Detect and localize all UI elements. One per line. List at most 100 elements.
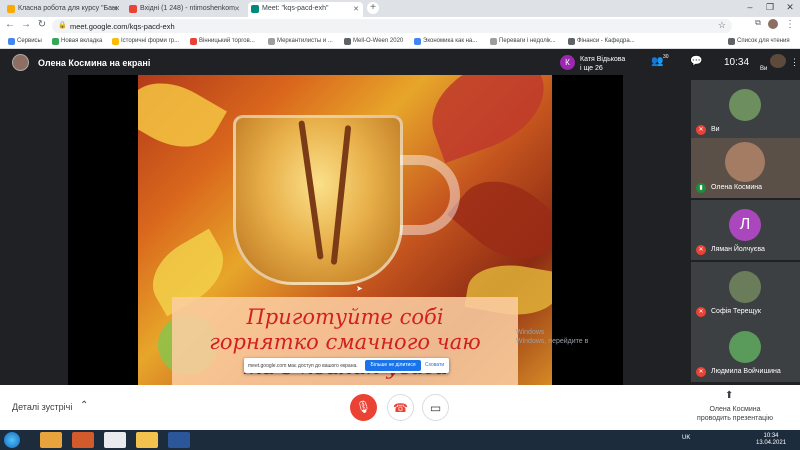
- start-button[interactable]: [4, 432, 20, 448]
- bookmark-item[interactable]: Новая вкладка: [52, 38, 102, 45]
- ie-icon[interactable]: [40, 432, 62, 448]
- avatar: [729, 89, 761, 121]
- participant-tile[interactable]: ▮ Олена Космина: [691, 138, 800, 198]
- watermark-line: Windows: [516, 329, 545, 336]
- back-button[interactable]: ←: [4, 19, 16, 30]
- camera-toggle-button[interactable]: ▭: [422, 394, 449, 421]
- meet-header: Олена Космина на екрані К Катя Відькова …: [0, 49, 800, 75]
- word-icon[interactable]: [168, 432, 190, 448]
- stop-sharing-button[interactable]: Більше не ділитися: [365, 360, 421, 371]
- close-icon[interactable]: ✕: [353, 5, 359, 13]
- close-icon[interactable]: ✕: [112, 5, 118, 13]
- chat-icon[interactable]: 💬: [690, 56, 702, 67]
- address-bar[interactable]: 🔒 meet.google.com/kqs-pacd-exh ☆: [52, 19, 732, 33]
- hang-up-icon: ☎: [393, 401, 408, 415]
- tab-strip: Класна робота для курсу "Банк ✕ Вхідні (…: [0, 0, 800, 17]
- bookmarks-bar: Сервисы Новая вкладка Історичні форми гр…: [0, 35, 800, 49]
- tab-classroom[interactable]: Класна робота для курсу "Банк ✕: [4, 2, 122, 17]
- bookmark-star-icon[interactable]: ☆: [718, 20, 726, 31]
- tea-glass-handle: [400, 155, 460, 235]
- leaf-decoration: [417, 75, 552, 164]
- mic-off-icon: 🎙: [355, 400, 372, 414]
- presentation-icon[interactable]: ⬆: [725, 390, 733, 401]
- new-tab-button[interactable]: +: [367, 2, 379, 14]
- reload-button[interactable]: ↻: [36, 19, 48, 30]
- tray-date: 13.04.2021: [756, 440, 787, 446]
- profile-avatar[interactable]: [768, 19, 778, 29]
- self-label: Ви: [760, 66, 768, 72]
- windows-taskbar: UK 10:34 13.04.2021: [0, 430, 800, 450]
- mic-off-icon: ✕: [696, 125, 706, 135]
- system-clock[interactable]: 10:34 13.04.2021: [756, 433, 786, 447]
- tab-title: Класна робота для курсу "Банк: [18, 5, 119, 12]
- participant-name: Олена Космина: [711, 184, 762, 191]
- chrome-icon[interactable]: [104, 432, 126, 448]
- leaf-decoration: [138, 75, 227, 164]
- avatar: [725, 142, 765, 182]
- presenting-status: Олена Космина проводить презентацію: [690, 405, 780, 423]
- extensions-icon[interactable]: ⧉: [752, 18, 764, 28]
- forward-button[interactable]: →: [20, 19, 32, 30]
- maximize-button[interactable]: ❐: [762, 2, 778, 13]
- people-count-badge: 30: [663, 54, 669, 60]
- bookmark-item[interactable]: Історичні форми гр...: [112, 38, 179, 45]
- language-indicator[interactable]: UK: [682, 435, 690, 441]
- windows-activation-watermark: Windows Windows, перейдите в: [516, 328, 588, 346]
- participant-name: Ляман Йолчуєва: [711, 246, 765, 253]
- mic-off-icon: ✕: [696, 307, 706, 317]
- participant-name: Софія Терещук: [711, 308, 761, 315]
- avatar: Л: [729, 209, 761, 241]
- participant-tile[interactable]: ✕ Софія Терещук: [691, 262, 800, 322]
- hide-banner-button[interactable]: Сховати: [425, 362, 444, 368]
- bookmark-item[interactable]: Экономика как на...: [414, 38, 477, 45]
- self-video-thumbnail[interactable]: [770, 54, 786, 68]
- reading-list[interactable]: Список для чтения: [728, 38, 790, 45]
- bookmark-item[interactable]: Фінанси - Кафедра...: [568, 38, 635, 45]
- participant-tile[interactable]: ✕ Ви: [691, 80, 800, 140]
- chrome-menu-icon[interactable]: ⋮: [784, 19, 796, 30]
- participant-name: Людмила Войчишина: [711, 368, 781, 375]
- participant-tile[interactable]: ✕ Людмила Войчишина: [691, 322, 800, 382]
- camera-icon: ▭: [429, 401, 442, 415]
- close-window-button[interactable]: ✕: [782, 2, 798, 13]
- close-icon[interactable]: ✕: [234, 5, 240, 13]
- mouse-cursor-icon: ➤: [356, 284, 363, 293]
- bookmark-item[interactable]: Переваги і недолік...: [490, 38, 556, 45]
- tab-title: Вхідні (1 248) - ntimoshenkom: [140, 5, 236, 12]
- lock-icon[interactable]: 🔒: [58, 21, 67, 29]
- bookmark-item[interactable]: Вінницький торгов...: [190, 38, 255, 45]
- media-icon[interactable]: [72, 432, 94, 448]
- avatar: [12, 54, 29, 71]
- speaker-name: Катя Відькова: [580, 56, 626, 63]
- gmail-icon: [129, 5, 137, 13]
- speaking-icon: ▮: [696, 183, 706, 193]
- file-explorer-icon[interactable]: [136, 432, 158, 448]
- meet-icon: [251, 5, 259, 13]
- shared-slide: Приготуйте собі горнятко смачного чаю та…: [138, 75, 552, 385]
- screen-share-banner: meet.google.com має доступ до вашого екр…: [244, 358, 449, 373]
- tray-time: 10:34: [763, 433, 779, 439]
- presenting-text: проводить презентацію: [697, 415, 773, 422]
- browser-toolbar: ← → ↻ 🔒 meet.google.com/kqs-pacd-exh ☆ ⧉…: [0, 17, 800, 35]
- more-options-icon[interactable]: ⋮: [790, 57, 799, 68]
- active-speaker: Катя Відькова і ще 26: [580, 55, 625, 73]
- leave-call-button[interactable]: ☎: [387, 394, 414, 421]
- share-banner-text: meet.google.com має доступ до вашого екр…: [248, 363, 358, 369]
- tab-meet[interactable]: Meet: "kqs-pacd-exh" ✕: [248, 2, 363, 17]
- bookmark-item[interactable]: Сервисы: [8, 38, 42, 45]
- bookmark-item[interactable]: Mell-O-Ween 2020: [344, 38, 403, 45]
- people-icon[interactable]: 👥: [651, 56, 663, 67]
- mic-toggle-button[interactable]: 🎙: [350, 394, 377, 421]
- page-title: Олена Космина на екрані: [38, 58, 151, 68]
- caption-line: Приготуйте собі: [246, 305, 444, 329]
- speaker-avatar: К: [560, 55, 575, 70]
- minimize-button[interactable]: –: [742, 2, 758, 12]
- caption-line: горнятко смачного чаю: [209, 330, 481, 354]
- avatar: [729, 331, 761, 363]
- meeting-details-button[interactable]: Деталі зустрічі: [12, 402, 72, 412]
- bookmark-item[interactable]: Меркантилисты и ...: [268, 38, 333, 45]
- participant-tile[interactable]: Л ✕ Ляман Йолчуєва: [691, 200, 800, 260]
- tea-glass-image: [233, 115, 403, 285]
- chevron-up-icon[interactable]: ⌃: [80, 400, 88, 411]
- tab-gmail[interactable]: Вхідні (1 248) - ntimoshenkom ✕: [126, 2, 244, 17]
